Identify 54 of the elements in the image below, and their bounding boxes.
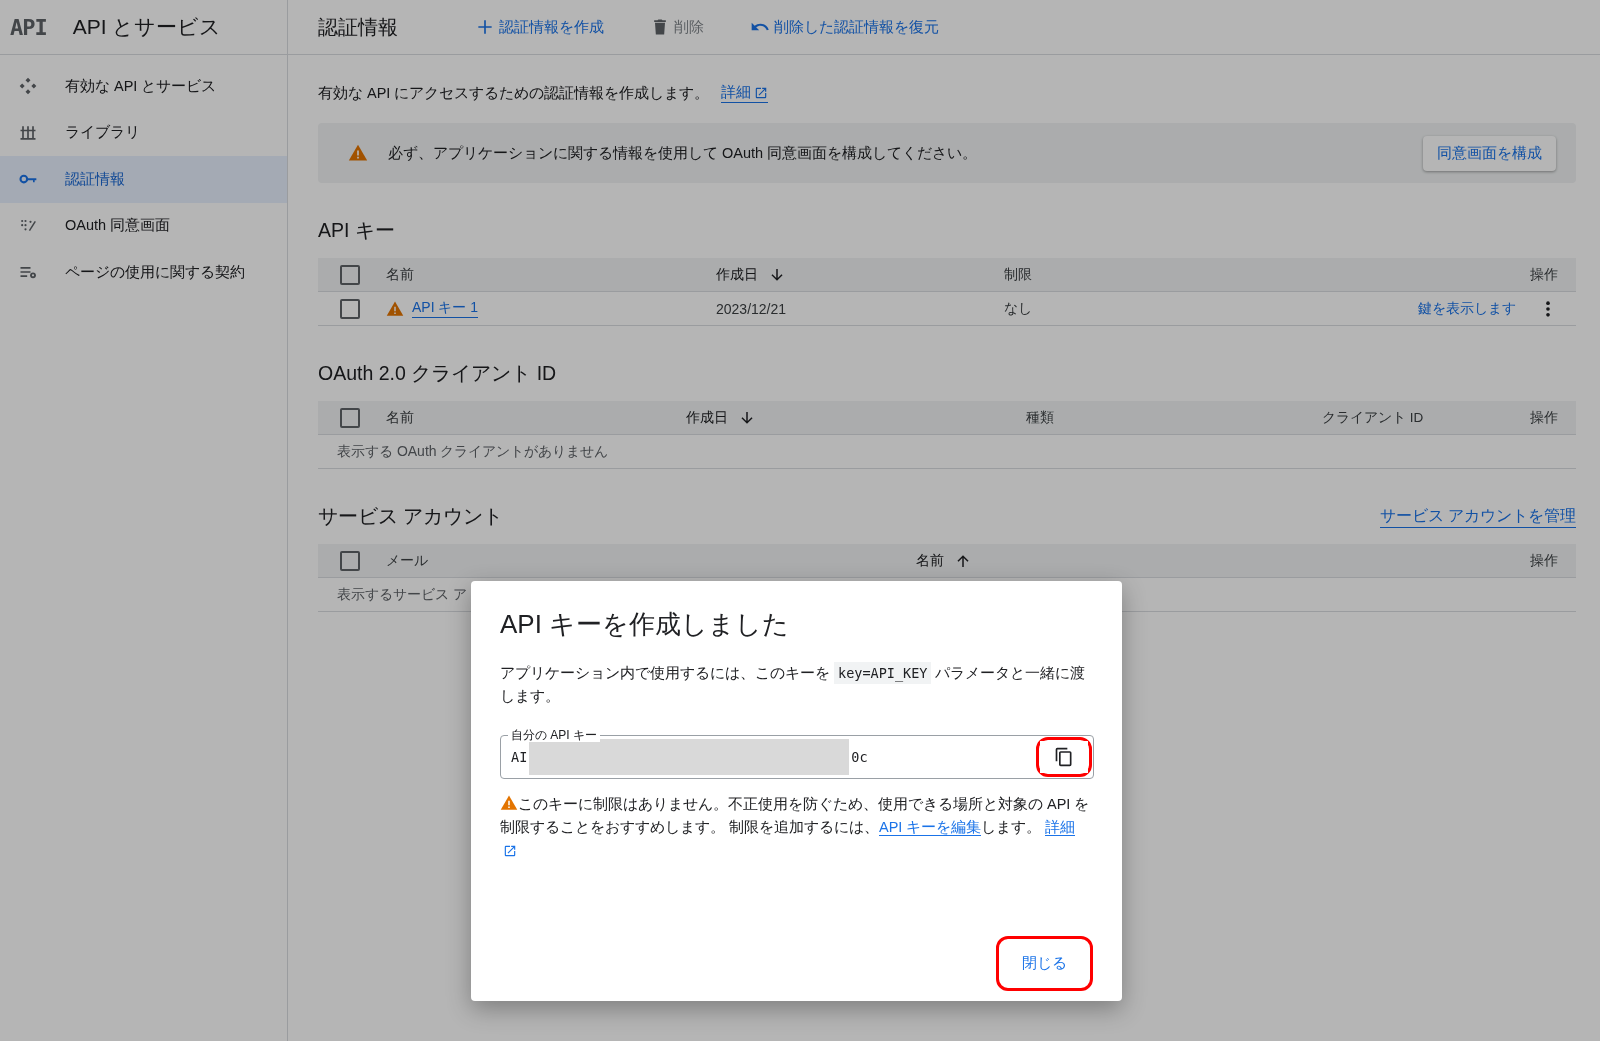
details-link[interactable]: 詳細 — [1045, 819, 1076, 836]
description-text: 有効な API にアクセスするための認証情報を作成します。 — [318, 83, 710, 103]
sidebar-item[interactable]: 有効な API とサービス — [0, 63, 287, 110]
manage-link[interactable]: サービス アカウントを管理 — [1379, 505, 1576, 528]
dialog-message: アプリケーション内で使用するには、このキーを key=API_KEY パラメータと一緒に渡します。 — [500, 662, 1094, 708]
warning-icon — [348, 143, 368, 163]
key-value-start: AI — [511, 749, 528, 765]
column-header[interactable]: 名前 — [916, 551, 972, 570]
checkbox[interactable] — [340, 264, 360, 285]
column-header[interactable]: メール — [386, 551, 428, 570]
column-header[interactable]: 操作 — [1530, 551, 1558, 570]
details-link[interactable]: 詳細 — [721, 83, 769, 103]
dialog-title: API キーを作成しました — [500, 608, 791, 641]
warning-message: このキーに制限はありません。不正使用を防ぐため、使用できる場所と対象の API を制限することをおすすめします。 制限を追加するには、API キーを編集 します。 詳細 — [500, 793, 1094, 862]
section-title: OAuth 2.0 クライアント ID — [318, 361, 557, 386]
column-header[interactable]: 制限 — [1004, 265, 1032, 284]
empty-message: 表示するサービス ア — [337, 585, 467, 604]
table-cell: 2023/12/21 — [716, 300, 787, 317]
column-header[interactable]: 作成日 — [686, 408, 756, 427]
sidebar-item[interactable]: ライブラリ — [0, 109, 287, 156]
column-header[interactable]: 作成日 — [716, 265, 786, 284]
column-header[interactable]: 種類 — [1026, 408, 1054, 427]
checkbox[interactable] — [340, 550, 360, 571]
sidebar-item[interactable]: 認証情報 — [0, 156, 287, 203]
api-logo: API — [10, 14, 47, 40]
table-cell: なし — [1004, 299, 1032, 318]
edit-key-link[interactable]: API キーを編集 — [879, 819, 982, 836]
toolbar-button[interactable]: 認証情報を作成 — [470, 17, 609, 37]
copy-icon — [1054, 747, 1074, 767]
warning-icon — [500, 794, 518, 812]
toolbar-button[interactable]: 削除した認証情報を復元 — [745, 17, 944, 37]
configure-consent-button[interactable]: 同意画面を構成 — [1423, 135, 1556, 171]
column-header[interactable]: 名前 — [386, 265, 414, 284]
banner-text: 必ず、アプリケーションに関する情報を使用して OAuth 同意画面を構成してください。 — [388, 143, 979, 163]
checkbox[interactable] — [340, 298, 360, 319]
section-title: サービス アカウント — [318, 504, 504, 529]
sidebar-item[interactable]: OAuth 同意画面 — [0, 202, 287, 249]
empty-message: 表示する OAuth クライアントがありません — [337, 442, 609, 461]
column-header[interactable]: 名前 — [386, 408, 414, 427]
product-title: API とサービス — [72, 14, 222, 40]
column-header[interactable]: クライアント ID — [1322, 408, 1424, 427]
field-label: 自分の API キー — [508, 728, 600, 742]
section-title: API キー — [318, 218, 395, 243]
external-link-icon — [754, 86, 769, 101]
key-name-link[interactable]: API キー 1 — [412, 299, 479, 318]
checkbox[interactable] — [340, 407, 360, 428]
column-header[interactable]: 操作 — [1530, 265, 1558, 284]
show-key-link[interactable]: 鍵を表示します — [1418, 299, 1516, 318]
sidebar-item[interactable]: ページの使用に関する契約 — [0, 249, 287, 296]
key-value-end: 0c — [851, 749, 868, 765]
add-icon — [475, 17, 495, 37]
external-link-icon — [503, 844, 517, 859]
page-title: 認証情報 — [318, 14, 398, 40]
column-header[interactable]: 操作 — [1530, 408, 1558, 427]
